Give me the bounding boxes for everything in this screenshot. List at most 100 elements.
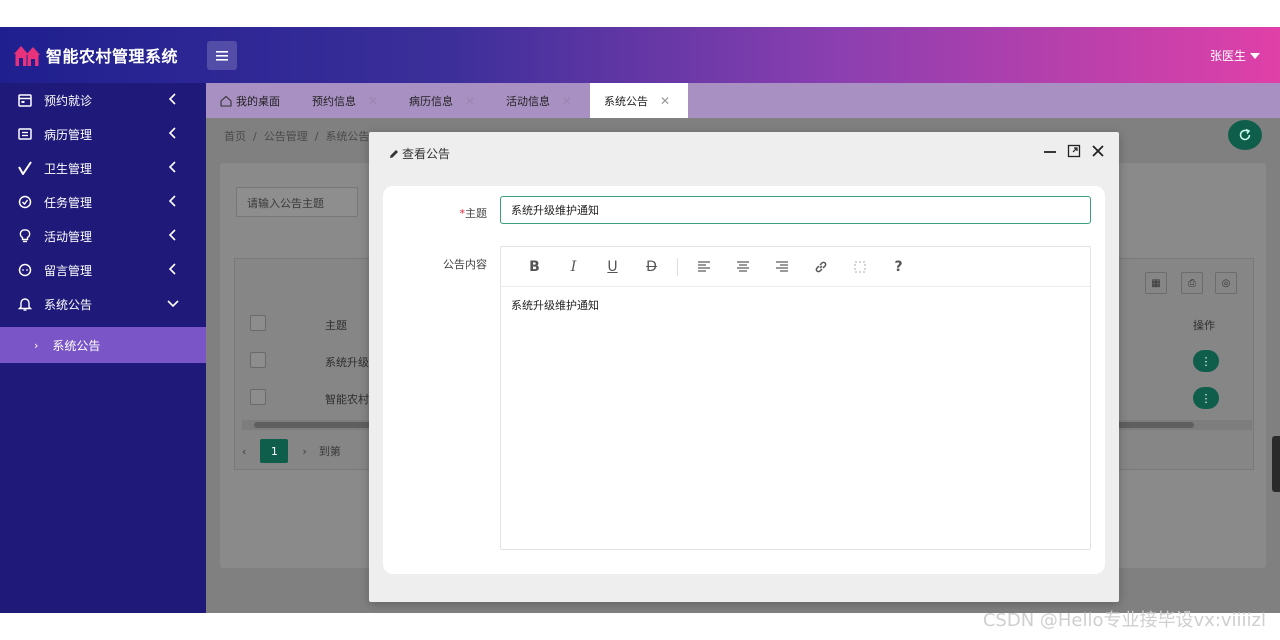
subject-label: *主题 [459,207,488,220]
sidebar-subitem-announcements[interactable]: › 系统公告 [0,327,206,363]
sidebar: 预约就诊 病历管理 卫生管理 任务管理 活动管理 留言管理 系统公告 › 系统公… [0,83,206,613]
sidebar-item-records[interactable]: 病历管理 [0,117,206,151]
tab-activities[interactable]: 活动信息 ✕ [506,83,572,118]
dialog-title-text: 查看公告 [402,147,451,161]
sidebar-item-label: 系统公告 [44,297,93,312]
sidebar-item-announcements[interactable]: 系统公告 [0,287,206,321]
close-icon[interactable]: ✕ [368,94,378,108]
print-icon[interactable]: ⎙ [1181,272,1203,294]
calendar-icon [18,93,32,107]
table-cell-subject: 系统升级 [325,356,369,369]
tab-desktop[interactable]: 我的桌面 [220,83,280,118]
align-left-button[interactable] [684,255,723,279]
tab-label: 我的桌面 [236,94,280,108]
unlink-icon [853,260,866,273]
sidebar-subitem-label: 系统公告 [52,338,101,353]
pencil-icon [390,149,398,158]
row-checkbox[interactable] [250,389,266,405]
align-left-icon [697,260,710,272]
maximize-icon[interactable] [1067,144,1081,158]
tab-announcements[interactable]: 系统公告 ✕ [590,83,688,118]
export-icon[interactable]: ◎ [1215,272,1237,294]
editor-toolbar: B I U D ? [501,247,1090,287]
page-number-button[interactable]: 1 [260,439,289,463]
close-icon[interactable]: ✕ [660,94,670,108]
user-name: 张医生 [1209,49,1246,63]
message-icon [18,263,32,277]
chevron-left-icon [168,161,176,173]
breadcrumb-home[interactable]: 首页 [224,130,246,143]
select-all-checkbox[interactable] [250,315,266,331]
user-menu[interactable]: 张医生 [1210,47,1260,64]
refresh-icon [1239,128,1251,141]
underline-button[interactable]: U [593,255,632,279]
tab-label: 病历信息 [409,94,453,108]
bold-button[interactable]: B [515,255,554,279]
bulb-icon [18,229,32,243]
app-title: 智能农村管理系统 [46,47,179,66]
align-right-button[interactable] [762,255,801,279]
goto-page-label: 到第 [318,445,341,458]
sidebar-item-label: 活动管理 [44,229,93,244]
minimize-icon[interactable] [1043,144,1057,158]
hamburger-icon [216,50,228,61]
chevron-right-icon: › [34,338,39,352]
breadcrumb-separator: / [253,130,257,143]
sidebar-item-label: 任务管理 [44,195,93,210]
menu-toggle-button[interactable] [207,41,237,70]
breadcrumb: 首页 / 公告管理 / 系统公告 [224,128,369,144]
pagination: ‹ 1 › 到第 [242,438,341,464]
italic-button[interactable]: I [554,255,593,279]
tab-label: 系统公告 [604,94,648,108]
breadcrumb-separator: / [314,130,319,143]
refresh-button[interactable] [1228,120,1262,150]
chevron-left-icon [168,195,176,207]
unlink-button[interactable] [840,255,879,279]
tab-label: 活动信息 [506,94,550,108]
dialog-controls [1043,144,1105,158]
sidebar-item-tasks[interactable]: 任务管理 [0,185,206,219]
bell-icon [18,297,32,311]
table-cell-subject: 智能农村 [325,393,369,406]
house-logo-icon [12,42,42,68]
chevron-down-icon [167,300,179,308]
chevron-left-icon [168,93,176,105]
sidebar-item-messages[interactable]: 留言管理 [0,253,206,287]
subject-input[interactable] [500,196,1091,224]
link-button[interactable] [801,255,840,279]
help-button[interactable]: ? [879,255,918,279]
tab-records[interactable]: 病历信息 ✕ [409,83,475,118]
columns-icon[interactable]: ▦ [1145,272,1167,294]
tab-bar: 我的桌面 预约信息 ✕ 病历信息 ✕ 活动信息 ✕ 系统公告 ✕ [206,83,1280,118]
column-header-subject: 主题 [325,319,347,332]
next-page-icon[interactable]: › [302,445,306,458]
content-label: 公告内容 [443,258,487,271]
sidebar-item-health[interactable]: 卫生管理 [0,151,206,185]
row-action-button[interactable]: ⋮ [1193,350,1219,372]
watermark: CSDN @Hello专业接毕设vx:viiiizl [982,610,1266,631]
tab-appointments[interactable]: 预约信息 ✕ [312,83,378,118]
view-announcement-dialog: 查看公告 *主题 公告内容 B I U D [369,132,1119,602]
row-action-button[interactable]: ⋮ [1193,387,1219,409]
sidebar-item-label: 卫生管理 [44,161,93,176]
editor-content[interactable]: 系统升级维护通知 [501,287,1090,323]
rich-text-editor[interactable]: B I U D ? 系统升级维护通知 [500,246,1091,550]
sidebar-item-appointment[interactable]: 预约就诊 [0,83,206,117]
chevron-left-icon [168,127,176,139]
prev-page-icon[interactable]: ‹ [242,445,246,458]
align-center-button[interactable] [723,255,762,279]
close-icon[interactable] [1091,144,1105,158]
floating-side-widget[interactable] [1272,436,1280,492]
sidebar-item-activities[interactable]: 活动管理 [0,219,206,253]
breadcrumb-level1[interactable]: 公告管理 [264,130,308,143]
sidebar-item-label: 病历管理 [44,127,93,142]
chevron-left-icon [168,263,176,275]
align-right-icon [775,260,788,272]
strikethrough-button[interactable]: D [632,255,671,279]
close-icon[interactable]: ✕ [465,94,475,108]
close-icon[interactable]: ✕ [562,94,572,108]
record-icon [18,127,32,141]
sidebar-item-label: 预约就诊 [44,93,93,108]
row-checkbox[interactable] [250,352,266,368]
search-input[interactable]: 请输入公告主题 [236,187,358,217]
